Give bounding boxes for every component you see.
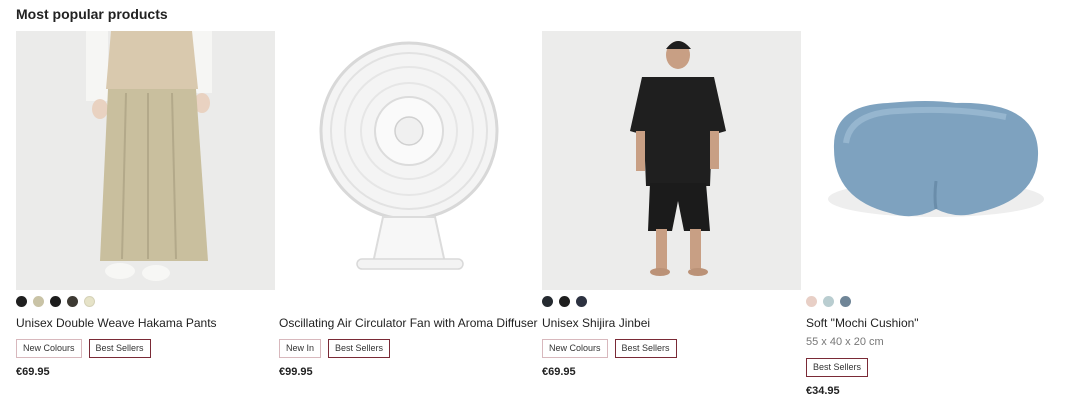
color-swatch[interactable] xyxy=(840,296,851,307)
product-price: €69.95 xyxy=(542,366,576,378)
color-swatch[interactable] xyxy=(542,296,553,307)
badge-best-sellers: Best Sellers xyxy=(88,339,151,358)
color-swatch[interactable] xyxy=(559,296,570,307)
product-name[interactable]: Unisex Shijira Jinbei xyxy=(542,316,801,330)
hakama-pants-photo-icon[interactable] xyxy=(16,31,275,290)
product-price: €69.95 xyxy=(16,366,50,378)
badge-best-sellers: Best Sellers xyxy=(614,339,677,358)
badge-best-sellers: Best Sellers xyxy=(806,358,869,377)
product-card[interactable]: Unisex Double Weave Hakama Pants New Col… xyxy=(16,31,275,378)
fan-photo-icon[interactable] xyxy=(279,31,538,290)
jinbei-photo-icon[interactable] xyxy=(542,31,801,290)
color-swatches xyxy=(279,296,538,308)
badge-new-colours: New Colours xyxy=(16,339,82,358)
product-price: €99.95 xyxy=(279,366,313,378)
badge-new-colours: New Colours xyxy=(542,339,608,358)
product-name[interactable]: Unisex Double Weave Hakama Pants xyxy=(16,316,275,330)
section-title: Most popular products xyxy=(16,6,168,22)
product-name[interactable]: Oscillating Air Circulator Fan with Arom… xyxy=(279,316,538,330)
color-swatch[interactable] xyxy=(823,296,834,307)
badge-new-in: New In xyxy=(279,339,322,358)
color-swatches xyxy=(16,296,275,308)
product-dimensions: 55 x 40 x 20 cm xyxy=(806,336,884,348)
product-name[interactable]: Soft "Mochi Cushion" xyxy=(806,316,1065,330)
color-swatch[interactable] xyxy=(576,296,587,307)
color-swatch[interactable] xyxy=(50,296,61,307)
product-card[interactable]: Soft "Mochi Cushion" 55 x 40 x 20 cm Bes… xyxy=(806,31,1065,397)
color-swatch[interactable] xyxy=(33,296,44,307)
product-price: €34.95 xyxy=(806,385,840,397)
color-swatch[interactable] xyxy=(67,296,78,307)
cushion-photo-icon[interactable] xyxy=(806,31,1065,290)
product-card[interactable]: Unisex Shijira Jinbei New Colours Best S… xyxy=(542,31,801,378)
color-swatches xyxy=(806,296,1065,308)
badge-best-sellers: Best Sellers xyxy=(328,339,391,358)
product-card[interactable]: Oscillating Air Circulator Fan with Arom… xyxy=(279,31,538,378)
color-swatch[interactable] xyxy=(84,296,95,307)
color-swatch[interactable] xyxy=(806,296,817,307)
color-swatches xyxy=(542,296,801,308)
color-swatch[interactable] xyxy=(16,296,27,307)
